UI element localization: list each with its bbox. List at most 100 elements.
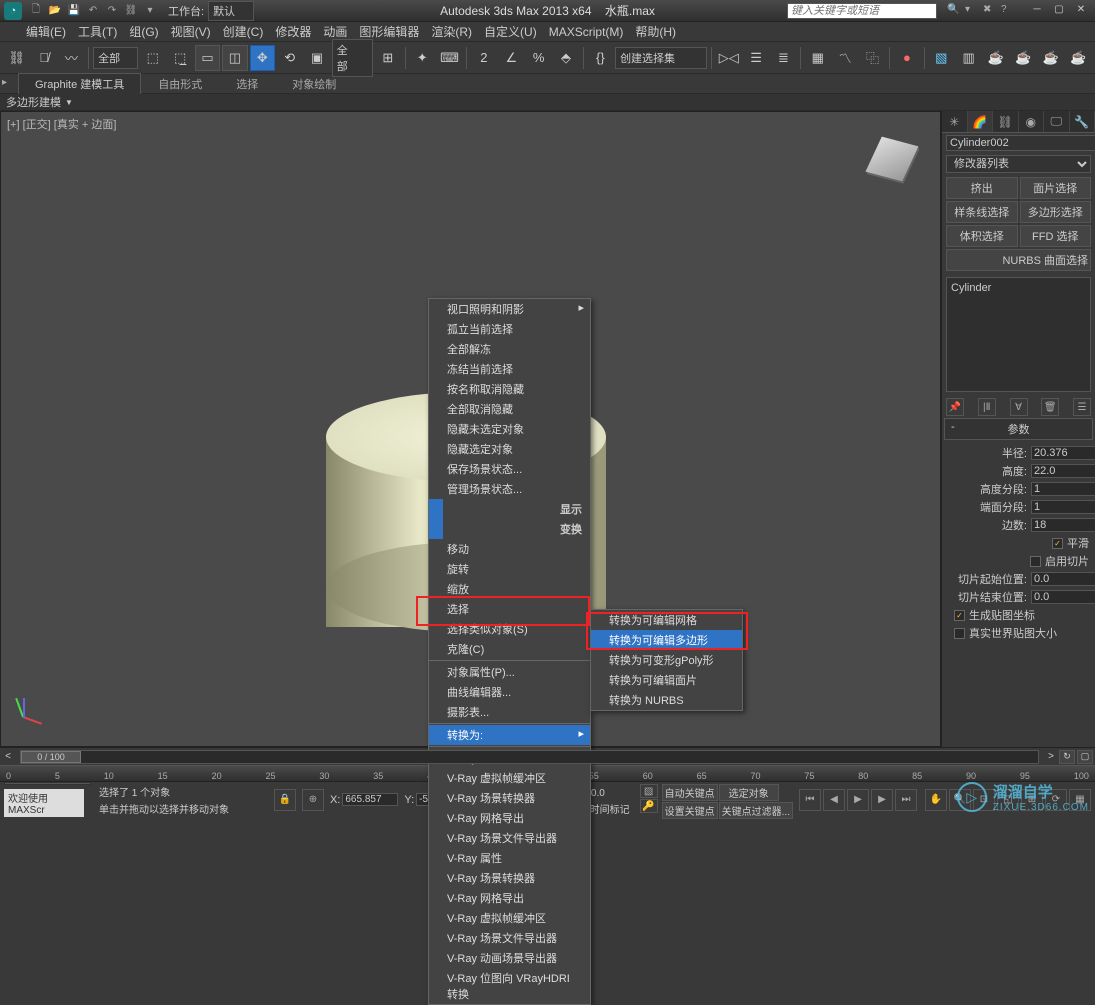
- mirror-icon[interactable]: ▷◁: [716, 45, 741, 71]
- key-toggle-icon[interactable]: ▨: [640, 784, 658, 798]
- timeline-wrap-icon[interactable]: ↻: [1059, 750, 1075, 764]
- menu-rendering[interactable]: 渲染(R): [425, 23, 478, 40]
- qat-open-icon[interactable]: 📂: [47, 3, 63, 19]
- spinner-snap-icon[interactable]: ⬘: [553, 45, 578, 71]
- rendered-frame-icon[interactable]: ▥: [956, 45, 981, 71]
- graphite-icon[interactable]: ▦: [805, 45, 830, 71]
- btn-ffd-select[interactable]: FFD 选择: [1020, 225, 1092, 247]
- qat-link-icon[interactable]: ⛓: [123, 3, 139, 19]
- goto-end-icon[interactable]: ⏭: [895, 789, 917, 811]
- menu-edit[interactable]: 编辑(E): [20, 23, 72, 40]
- ctx-vray-mesh-export[interactable]: V-Ray 网格导出: [429, 808, 590, 828]
- qat-undo-icon[interactable]: ↶: [85, 3, 101, 19]
- menu-create[interactable]: 创建(C): [217, 23, 270, 40]
- sub-nurbs[interactable]: 转换为 NURBS: [591, 690, 742, 710]
- sub-editable-patch[interactable]: 转换为可编辑面片: [591, 670, 742, 690]
- menu-customize[interactable]: 自定义(U): [478, 23, 543, 40]
- abs-rel-icon[interactable]: ⊕: [302, 789, 324, 811]
- btn-spline-select[interactable]: 样条线选择: [946, 201, 1018, 223]
- ctx-unfreeze-all[interactable]: 全部解冻: [429, 339, 590, 359]
- checkbox-realworld[interactable]: [954, 628, 965, 639]
- named-selection-dropdown[interactable]: 创建选择集: [615, 47, 707, 69]
- lock-selection-icon[interactable]: 🔒: [274, 789, 296, 811]
- ctx-hide-sel[interactable]: 隐藏选定对象: [429, 439, 590, 459]
- ctx-freeze-sel[interactable]: 冻结当前选择: [429, 359, 590, 379]
- tab-create-icon[interactable]: ✳: [942, 111, 968, 132]
- workspace-dropdown[interactable]: 默认: [208, 1, 254, 21]
- play-icon[interactable]: ▶: [847, 789, 869, 811]
- ctx-vray-vfb2[interactable]: V-Ray 虚拟帧缓冲区: [429, 908, 590, 928]
- percent-snap-icon[interactable]: %: [526, 45, 551, 71]
- ctx-save-scene-state[interactable]: 保存场景状态...: [429, 459, 590, 479]
- ctx-manage-scene-state[interactable]: 管理场景状态...: [429, 479, 590, 499]
- select-by-name-icon[interactable]: ⬚̲: [167, 45, 192, 71]
- link-icon[interactable]: ⛓: [4, 45, 29, 71]
- timeline-expand-icon[interactable]: ▢: [1077, 750, 1093, 764]
- ctx-hide-unsel[interactable]: 隐藏未选定对象: [429, 419, 590, 439]
- menu-tools[interactable]: 工具(T): [72, 23, 123, 40]
- layer-manager-icon[interactable]: ≣: [771, 45, 796, 71]
- menu-animation[interactable]: 动画: [317, 23, 353, 40]
- btn-extrude[interactable]: 挤出: [946, 177, 1018, 199]
- render-last-icon[interactable]: ☕: [1065, 45, 1090, 71]
- remove-modifier-icon[interactable]: 🗑: [1041, 398, 1059, 416]
- ctx-vray-scene-conv[interactable]: V-Ray 场景转换器: [429, 788, 590, 808]
- edit-named-sel-icon[interactable]: {}: [588, 45, 613, 71]
- ctx-viewport-lighting[interactable]: 视口照明和阴影: [429, 299, 590, 319]
- ribbon-tab-graphite[interactable]: Graphite 建模工具: [18, 73, 141, 94]
- tab-motion-icon[interactable]: ◉: [1019, 111, 1045, 132]
- ctx-vray-scene-conv2[interactable]: V-Ray 场景转换器: [429, 868, 590, 888]
- qat-redo-icon[interactable]: ↷: [104, 3, 120, 19]
- pan-icon[interactable]: ✋: [925, 789, 947, 811]
- ribbon-panel-label[interactable]: 多边形建模: [6, 94, 61, 110]
- viewport-label[interactable]: [+] [正交] [真实 + 边面]: [7, 116, 116, 132]
- select-manipulate-icon[interactable]: ✦: [410, 45, 435, 71]
- select-object-icon[interactable]: ⬚: [140, 45, 165, 71]
- stack-item-cylinder[interactable]: Cylinder: [951, 282, 1086, 294]
- close-button[interactable]: ✕: [1071, 4, 1091, 18]
- ctx-scale[interactable]: 缩放: [429, 579, 590, 599]
- sub-editable-poly[interactable]: 转换为可编辑多边形: [591, 630, 742, 650]
- menu-grapheditors[interactable]: 图形编辑器: [353, 23, 425, 40]
- ribbon-panel-dropdown-icon[interactable]: ▼: [65, 98, 73, 107]
- timeline-next-icon[interactable]: >: [1043, 751, 1059, 762]
- ctx-select-similar[interactable]: 选择类似对象(S): [429, 619, 590, 639]
- tab-hierarchy-icon[interactable]: ⛓: [993, 111, 1019, 132]
- ctx-vray-anim-export[interactable]: V-Ray 动画场景导出器: [429, 948, 590, 968]
- input-cseg[interactable]: [1031, 500, 1095, 514]
- sub-gpoly[interactable]: 转换为可变形gPoly形: [591, 650, 742, 670]
- ribbon-tab-objectpaint[interactable]: 对象绘制: [275, 73, 353, 95]
- tab-utilities-icon[interactable]: 🔧: [1070, 111, 1095, 132]
- checkbox-slice[interactable]: [1030, 556, 1041, 567]
- select-scale-icon[interactable]: ▣: [304, 45, 329, 71]
- menu-modifiers[interactable]: 修改器: [269, 23, 317, 40]
- auto-key-button[interactable]: 自动关键点: [662, 784, 718, 801]
- app-logo[interactable]: ◔: [4, 2, 22, 20]
- signin-icon[interactable]: ▾: [965, 4, 979, 18]
- qat-new-icon[interactable]: 🗋: [28, 3, 44, 19]
- show-end-result-icon[interactable]: |Ⅱ: [978, 398, 996, 416]
- help-icon[interactable]: ?: [1001, 4, 1015, 18]
- ribbon-tab-selection[interactable]: 选择: [219, 73, 275, 95]
- render-setup-icon[interactable]: ▧: [929, 45, 954, 71]
- ctx-vray-mesh-export2[interactable]: V-Ray 网格导出: [429, 888, 590, 908]
- ribbon-expand-icon[interactable]: ▸: [2, 77, 16, 91]
- ctx-clone[interactable]: 克隆(C): [429, 639, 590, 659]
- prev-frame-icon[interactable]: ◀: [823, 789, 845, 811]
- curve-editor-icon[interactable]: 〽: [833, 45, 858, 71]
- ctx-unhide-all[interactable]: 全部取消隐藏: [429, 399, 590, 419]
- input-height[interactable]: [1031, 464, 1095, 478]
- ctx-vray-scene-export2[interactable]: V-Ray 场景文件导出器: [429, 928, 590, 948]
- btn-vol-select[interactable]: 体积选择: [946, 225, 1018, 247]
- search-input[interactable]: [787, 3, 937, 19]
- next-frame-icon[interactable]: ▶: [871, 789, 893, 811]
- menu-views[interactable]: 视图(V): [165, 23, 217, 40]
- schematic-view-icon[interactable]: ⿻: [860, 45, 885, 71]
- input-radius[interactable]: [1031, 446, 1095, 460]
- timeline-prev-icon[interactable]: <: [0, 751, 16, 762]
- script-mini-listener[interactable]: [4, 782, 91, 785]
- menu-maxscript[interactable]: MAXScript(M): [543, 25, 630, 39]
- ctx-vray-props2[interactable]: V-Ray 属性: [429, 848, 590, 868]
- selected-dropdown[interactable]: 选定对象: [719, 784, 779, 801]
- bind-spacewarp-icon[interactable]: 〰: [59, 45, 84, 71]
